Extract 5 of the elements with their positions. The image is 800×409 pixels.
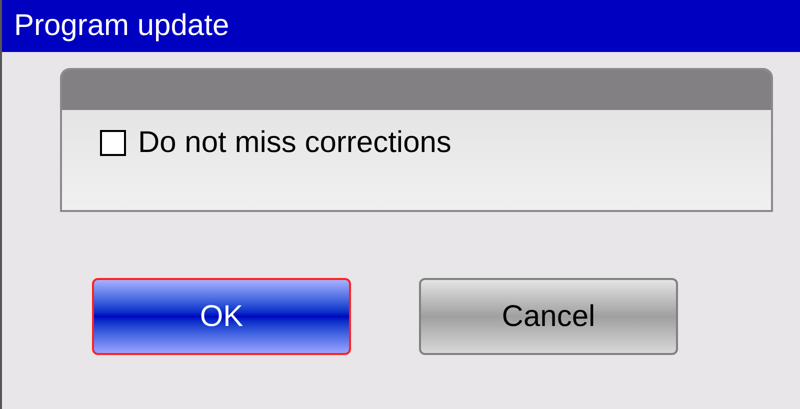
dialog-button[interactable]: OK bbox=[92, 278, 351, 355]
checkbox-label: Do not miss corrections bbox=[138, 128, 452, 158]
checkbox[interactable] bbox=[100, 130, 126, 156]
window-title: Program update bbox=[14, 11, 230, 41]
dialog-button[interactable]: Cancel bbox=[419, 278, 678, 355]
